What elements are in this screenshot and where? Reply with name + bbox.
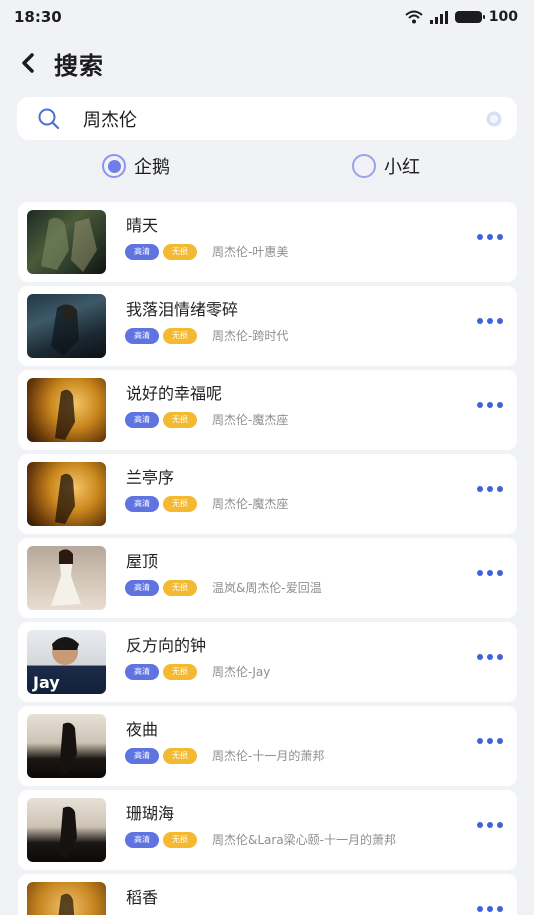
song-artist-album: 周杰伦&Lara梁心颐-十一月的萧邦 (212, 833, 397, 847)
song-item[interactable]: 说好的幸福呢 高清 无损 周杰伦-魔杰座 (18, 370, 517, 450)
more-icon[interactable] (477, 402, 503, 408)
album-cover: Jay (27, 630, 106, 694)
source-option-label: 小红 (384, 157, 420, 178)
quality-tags: 高清 无损 (125, 832, 197, 848)
album-cover (27, 714, 106, 778)
album-cover (27, 546, 106, 610)
more-icon[interactable] (477, 234, 503, 240)
battery-icon (454, 11, 485, 23)
quality-tags: 高清 无损 (125, 328, 197, 344)
quality-tags: 高清 无损 (125, 580, 197, 596)
lossless-badge: 无损 (163, 328, 197, 344)
song-artist-album: 周杰伦-十一月的萧邦 (212, 749, 325, 763)
album-cover (27, 882, 106, 915)
page-title: 搜索 (54, 51, 104, 80)
album-cover (27, 798, 106, 862)
status-time: 18:30 (14, 8, 62, 26)
hq-badge: 高清 (125, 664, 159, 680)
source-selector: 企鹅 小红 (0, 140, 534, 192)
status-bar: 18:30 100 (0, 0, 534, 34)
song-artist-album: 周杰伦-跨时代 (212, 329, 289, 343)
song-artist-album: 温岚&周杰伦-爱回温 (212, 581, 322, 595)
more-icon[interactable] (477, 318, 503, 324)
lossless-badge: 无损 (163, 664, 197, 680)
song-item[interactable]: 晴天 高清 无损 周杰伦-叶惠美 (18, 202, 517, 282)
source-option-xiaohong[interactable]: 小红 (352, 153, 420, 179)
song-artist-album: 周杰伦-魔杰座 (212, 413, 289, 427)
more-icon[interactable] (477, 486, 503, 492)
lossless-badge: 无损 (163, 496, 197, 512)
song-title: 反方向的钟 (126, 636, 207, 655)
search-input[interactable] (83, 108, 485, 129)
song-title: 屋顶 (126, 552, 159, 571)
battery-level: 100 (488, 9, 518, 25)
wifi-icon (405, 10, 423, 24)
album-cover (27, 462, 106, 526)
source-option-label: 企鹅 (134, 157, 170, 178)
song-artist-album: 周杰伦-Jay (212, 665, 271, 679)
song-item[interactable]: 稻香 (18, 874, 517, 915)
song-item[interactable]: 夜曲 高清 无损 周杰伦-十一月的萧邦 (18, 706, 517, 786)
more-icon[interactable] (477, 570, 503, 576)
lossless-badge: 无损 (163, 748, 197, 764)
song-title: 夜曲 (126, 720, 159, 739)
song-title: 晴天 (126, 216, 159, 235)
song-title: 说好的幸福呢 (126, 384, 223, 403)
album-cover (27, 210, 106, 274)
lossless-badge: 无损 (163, 832, 197, 848)
album-cover (27, 294, 106, 358)
search-icon (37, 107, 61, 131)
lossless-badge: 无损 (163, 244, 197, 260)
hq-badge: 高清 (125, 412, 159, 428)
radio-unchecked-icon (352, 154, 376, 178)
hq-badge: 高清 (125, 328, 159, 344)
song-item[interactable]: 屋顶 高清 无损 温岚&周杰伦-爱回温 (18, 538, 517, 618)
radio-checked-icon (102, 154, 126, 178)
source-option-qq[interactable]: 企鹅 (102, 153, 170, 179)
search-bar[interactable] (17, 97, 517, 140)
more-icon[interactable] (477, 738, 503, 744)
quality-tags: 高清 无损 (125, 664, 197, 680)
more-icon[interactable] (477, 906, 503, 912)
back-icon[interactable] (16, 51, 40, 75)
song-title: 我落泪情绪零碎 (126, 300, 239, 319)
hq-badge: 高清 (125, 748, 159, 764)
song-artist-album: 周杰伦-叶惠美 (212, 245, 289, 259)
quality-tags: 高清 无损 (125, 412, 197, 428)
lossless-badge: 无损 (163, 412, 197, 428)
song-item[interactable]: Jay 反方向的钟 高清 无损 周杰伦-Jay (18, 622, 517, 702)
quality-tags: 高清 无损 (125, 748, 197, 764)
more-icon[interactable] (477, 654, 503, 660)
song-item[interactable]: 我落泪情绪零碎 高清 无损 周杰伦-跨时代 (18, 286, 517, 366)
clear-search-icon[interactable] (485, 110, 503, 128)
song-title: 兰亭序 (126, 468, 175, 487)
header: 搜索 (0, 34, 534, 92)
quality-tags: 高清 无损 (125, 496, 197, 512)
hq-badge: 高清 (125, 832, 159, 848)
hq-badge: 高清 (125, 244, 159, 260)
status-icons: 100 (405, 9, 518, 25)
signal-icon (429, 10, 448, 24)
quality-tags: 高清 无损 (125, 244, 197, 260)
album-cover (27, 378, 106, 442)
lossless-badge: 无损 (163, 580, 197, 596)
cover-text: Jay (33, 673, 60, 692)
hq-badge: 高清 (125, 496, 159, 512)
song-title: 稻香 (126, 888, 159, 907)
song-item[interactable]: 珊瑚海 高清 无损 周杰伦&Lara梁心颐-十一月的萧邦 (18, 790, 517, 870)
more-icon[interactable] (477, 822, 503, 828)
hq-badge: 高清 (125, 580, 159, 596)
song-artist-album: 周杰伦-魔杰座 (212, 497, 289, 511)
song-item[interactable]: 兰亭序 高清 无损 周杰伦-魔杰座 (18, 454, 517, 534)
song-title: 珊瑚海 (126, 804, 175, 823)
